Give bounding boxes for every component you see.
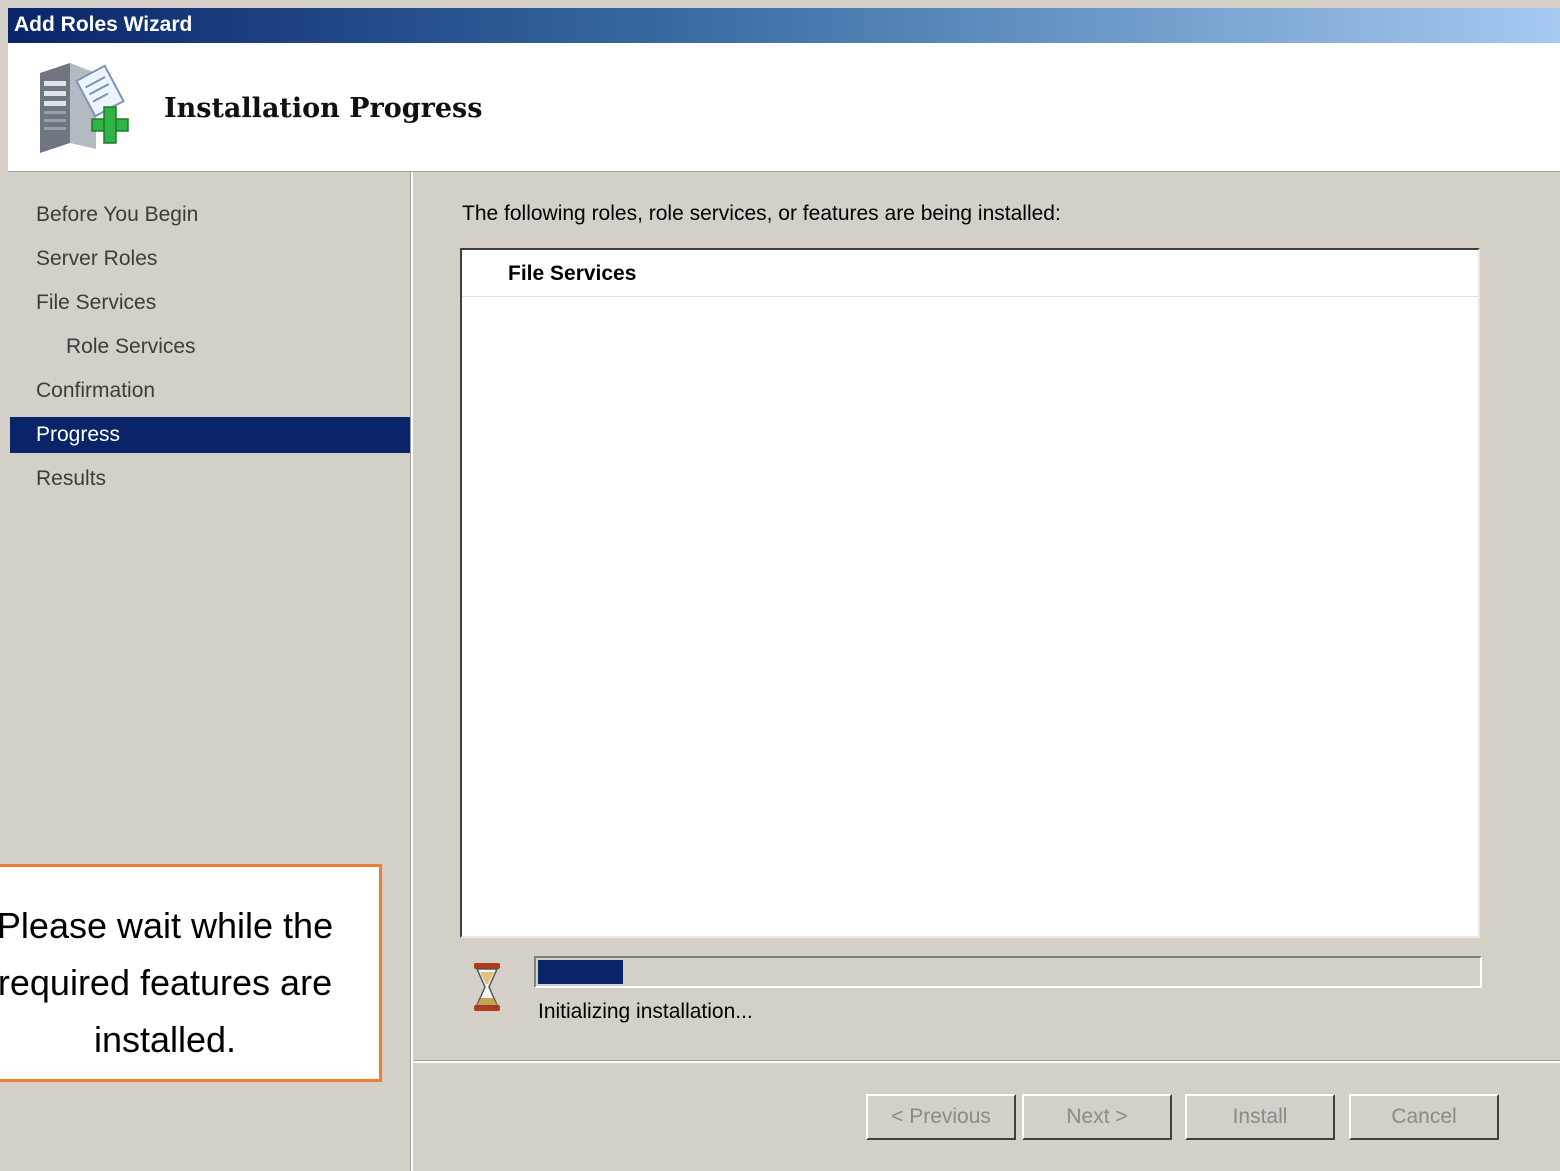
status-text: Initializing installation... [538,1000,753,1023]
callout-box: Please wait while the required features … [0,864,382,1082]
previous-button[interactable]: < Previous [866,1094,1016,1140]
wizard-content: The following roles, role services, or f… [414,172,1560,1171]
sidebar-item-role-services[interactable]: Role Services [10,329,411,365]
footer-divider [414,1060,1560,1063]
server-add-icon [40,63,129,153]
sidebar-item-confirmation[interactable]: Confirmation [10,373,411,409]
intro-text: The following roles, role services, or f… [462,202,1061,225]
cancel-button[interactable]: Cancel [1349,1094,1499,1140]
sidebar-item-results[interactable]: Results [10,461,411,497]
progress-fill [538,960,623,984]
callout-text: Please wait while the required features … [0,897,379,1068]
installation-list[interactable]: File Services [460,248,1480,938]
list-heading: File Services [462,250,1478,297]
callout-line-3: installed. [93,1019,237,1060]
list-heading-file-services: File Services [508,262,637,285]
installation-progress-bar [534,956,1482,988]
install-button[interactable]: Install [1185,1094,1335,1140]
next-button[interactable]: Next > [1022,1094,1172,1140]
window-title: Add Roles Wizard [14,13,193,36]
title-bar[interactable]: Add Roles Wizard [8,8,1560,43]
hourglass-icon [474,963,500,1011]
sidebar-item-file-services[interactable]: File Services [10,285,411,321]
sidebar-item-server-roles[interactable]: Server Roles [10,241,411,277]
add-roles-wizard-window: Add Roles Wizard Installation Progress B… [0,0,1560,1171]
wizard-header: Installation Progress [8,43,1560,172]
page-title: Installation Progress [164,93,483,124]
sidebar-item-before-you-begin[interactable]: Before You Begin [10,197,411,233]
sidebar-divider [410,172,413,1171]
callout-line-2: required features are [0,962,333,1003]
sidebar-item-progress[interactable]: Progress [10,417,411,453]
callout-line-1: Please wait while the [0,905,334,946]
